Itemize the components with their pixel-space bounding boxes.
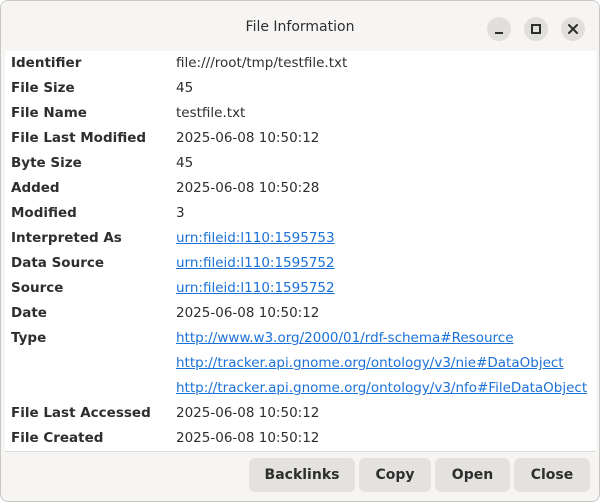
property-label: File Last Modified <box>11 130 147 146</box>
property-row: Data Source urn:fileid:l110:1595752 <box>5 251 596 276</box>
property-label: Date <box>11 305 47 321</box>
property-row: File Last Accessed 2025-06-08 10:50:12 <box>5 401 596 426</box>
property-row: Byte Size 45 <box>5 151 596 176</box>
property-label: File Name <box>11 105 87 121</box>
property-value: 2025-06-08 10:50:12 <box>176 130 320 146</box>
property-value: 45 <box>176 80 194 96</box>
property-value: 2025-06-08 10:50:12 <box>176 430 320 446</box>
close-icon <box>568 24 578 34</box>
property-row: http://tracker.api.gnome.org/ontology/v3… <box>5 376 596 401</box>
property-label: Data Source <box>11 255 105 271</box>
property-row: File Created 2025-06-08 10:50:12 <box>5 426 596 451</box>
property-value-link[interactable]: http://www.w3.org/2000/01/rdf-schema#Res… <box>176 330 514 346</box>
property-value-link[interactable]: urn:fileid:l110:1595753 <box>176 230 335 246</box>
property-row: Source urn:fileid:l110:1595752 <box>5 276 596 301</box>
title-bar[interactable]: File Information <box>1 1 599 51</box>
property-row: Type http://www.w3.org/2000/01/rdf-schema… <box>5 326 596 351</box>
file-information-dialog: File Information Identifier file:///root/… <box>0 0 600 502</box>
property-label: File Size <box>11 80 75 96</box>
property-value: 45 <box>176 155 194 171</box>
property-value: testfile.txt <box>176 105 246 121</box>
property-row: Interpreted As urn:fileid:l110:1595753 <box>5 226 596 251</box>
property-label: Added <box>11 180 60 196</box>
copy-button[interactable]: Copy <box>359 458 431 492</box>
property-row: Identifier file:///root/tmp/testfile.txt <box>5 51 596 76</box>
property-label: Type <box>11 330 47 346</box>
minimize-icon <box>495 32 503 34</box>
open-button[interactable]: Open <box>435 458 510 492</box>
property-row: File Last Modified 2025-06-08 10:50:12 <box>5 126 596 151</box>
property-label: Modified <box>11 205 77 221</box>
property-value: 2025-06-08 10:50:12 <box>176 305 320 321</box>
maximize-button[interactable] <box>524 17 548 41</box>
property-value: file:///root/tmp/testfile.txt <box>176 55 348 71</box>
property-value-link[interactable]: http://tracker.api.gnome.org/ontology/v3… <box>176 380 587 396</box>
properties-list: Identifier file:///root/tmp/testfile.txt F… <box>5 51 596 451</box>
property-value-link[interactable]: urn:fileid:l110:1595752 <box>176 280 335 296</box>
property-value: 2025-06-08 10:50:28 <box>176 180 320 196</box>
property-label: Byte Size <box>11 155 82 171</box>
property-row: File Name testfile.txt <box>5 101 596 126</box>
minimize-button[interactable] <box>487 17 511 41</box>
property-label: File Created <box>11 430 104 446</box>
property-row: Modified 3 <box>5 201 596 226</box>
property-value-link[interactable]: http://tracker.api.gnome.org/ontology/v3… <box>176 355 564 371</box>
close-window-button[interactable] <box>561 17 585 41</box>
property-value-link[interactable]: urn:fileid:l110:1595752 <box>176 255 335 271</box>
property-label: File Last Accessed <box>11 405 151 421</box>
property-label: Interpreted As <box>11 230 122 246</box>
property-value: 2025-06-08 10:50:12 <box>176 405 320 421</box>
close-button[interactable]: Close <box>514 458 590 492</box>
property-label: Identifier <box>11 55 82 71</box>
backlinks-button[interactable]: Backlinks <box>249 458 355 492</box>
maximize-icon <box>531 24 541 34</box>
property-value: 3 <box>176 205 185 221</box>
property-row: Added 2025-06-08 10:50:28 <box>5 176 596 201</box>
property-row: http://tracker.api.gnome.org/ontology/v3… <box>5 351 596 376</box>
property-label: Source <box>11 280 64 296</box>
property-row: Date 2025-06-08 10:50:12 <box>5 301 596 326</box>
property-row: File Size 45 <box>5 76 596 101</box>
